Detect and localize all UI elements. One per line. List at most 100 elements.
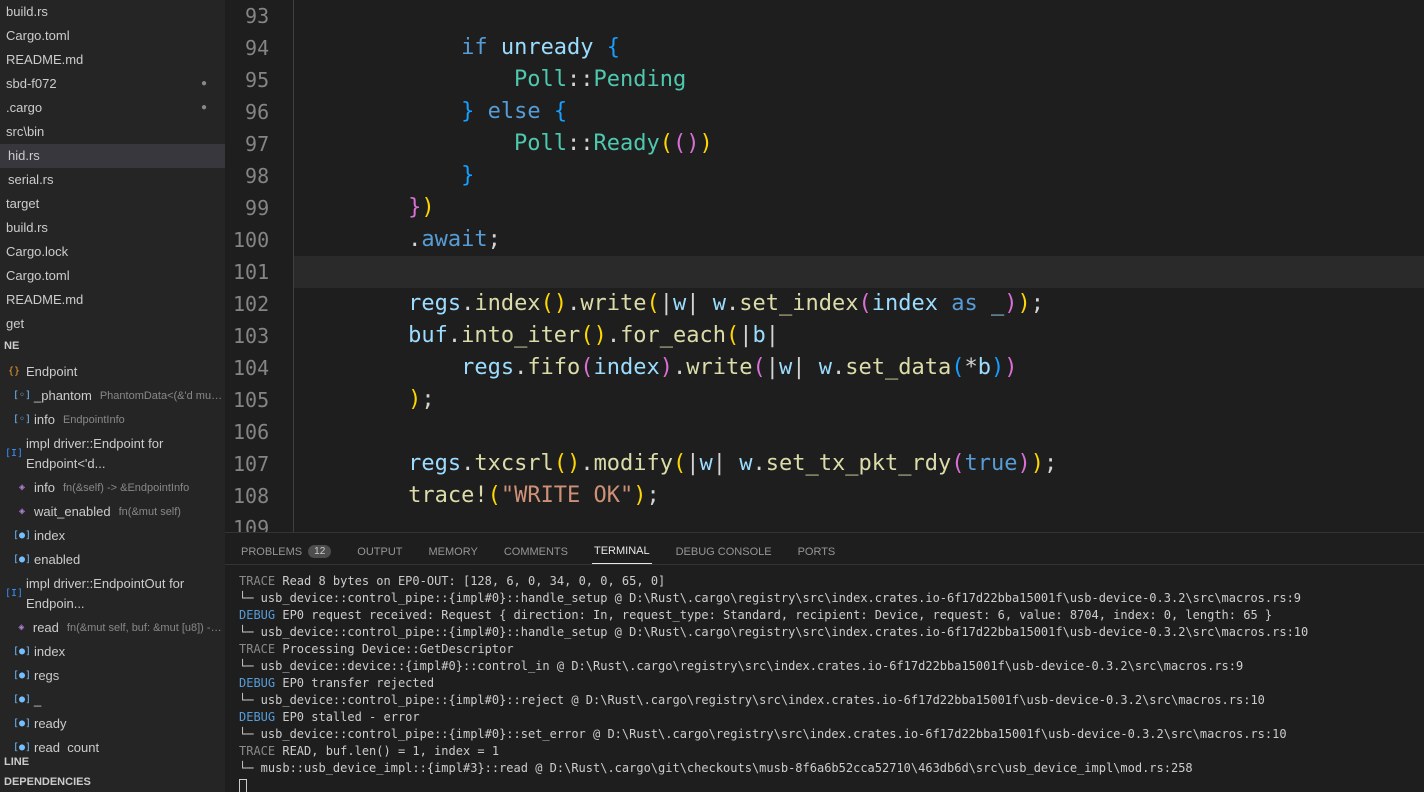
code-line[interactable]	[294, 512, 1424, 532]
outline-item[interactable]: ◈wait_enabledfn(&mut self)	[0, 500, 225, 524]
editor[interactable]: 9394959697989910010110210310410510610710…	[225, 0, 1424, 532]
outline-item[interactable]: [●]read_count	[0, 736, 225, 752]
code-token: {	[554, 99, 567, 124]
code-token: Poll	[514, 67, 567, 92]
deps-section-header[interactable]: DEPENDENCIES	[0, 772, 225, 792]
code-line[interactable]: regs.index().write(|w| w.set_index(index…	[294, 288, 1424, 320]
code-token: regs	[408, 451, 461, 476]
file-tree-item[interactable]: hid.rs	[0, 144, 225, 168]
code-line[interactable]: regs.txcsrl().modify(|w| w.set_tx_pkt_rd…	[294, 448, 1424, 480]
outline-item[interactable]: [●]index	[0, 640, 225, 664]
code-token: .	[726, 291, 739, 316]
terminal-output[interactable]: TRACE Read 8 bytes on EP0-OUT: [128, 6, …	[225, 565, 1424, 792]
code-line[interactable]: if unready {	[294, 32, 1424, 64]
file-tree-item[interactable]: Cargo.toml	[0, 264, 225, 288]
panel-tab-output[interactable]: OUTPUT	[355, 539, 404, 564]
code-area[interactable]: if unready { Poll::Pending } else { Poll…	[293, 0, 1424, 532]
outline-item[interactable]: [●]regs	[0, 664, 225, 688]
file-tree-item[interactable]: Cargo.lock	[0, 240, 225, 264]
code-line[interactable]: })	[294, 192, 1424, 224]
panel-tab-label: OUTPUT	[357, 546, 402, 558]
code-token: )	[421, 195, 434, 220]
panel-tab-problems[interactable]: PROBLEMS12	[239, 539, 333, 564]
outline-item[interactable]: [●]ready	[0, 712, 225, 736]
code-line[interactable]: );	[294, 384, 1424, 416]
outline-item[interactable]: ◈readfn(&mut self, buf: &mut [u8]) -> R.…	[0, 616, 225, 640]
terminal-cursor-line[interactable]	[239, 777, 1410, 792]
file-tree-item[interactable]: serial.rs	[0, 168, 225, 192]
panel-tab-comments[interactable]: COMMENTS	[502, 539, 570, 564]
outline-item[interactable]: ◈infofn(&self) -> &EndpointInfo	[0, 476, 225, 500]
file-label: Cargo.toml	[4, 266, 70, 286]
log-text: └─ usb_device::control_pipe::{impl#0}::h…	[239, 625, 1308, 639]
outline-label: _	[34, 690, 41, 710]
panel-tab-terminal[interactable]: TERMINAL	[592, 539, 652, 564]
code-token: into_iter	[461, 323, 580, 348]
outline-item[interactable]: [◦]infoEndpointInfo	[0, 408, 225, 432]
outline-item[interactable]: [●]index	[0, 524, 225, 548]
file-label: sbd-f072	[4, 74, 57, 94]
line-number: 100	[233, 224, 269, 256]
code-line[interactable]: } else {	[294, 96, 1424, 128]
code-token: }	[461, 163, 474, 188]
panel-tab-memory[interactable]: MEMORY	[427, 539, 480, 564]
terminal-line: DEBUG EP0 request received: Request { di…	[239, 607, 1410, 624]
outline-label: info	[34, 478, 55, 498]
file-tree-item[interactable]: build.rs	[0, 0, 225, 24]
code-token: )	[1004, 291, 1017, 316]
outline-item[interactable]: [I]impl driver::Endpoint for Endpoint<'d…	[0, 432, 225, 476]
code-line[interactable]: buf.into_iter().for_each(|b|	[294, 320, 1424, 352]
file-label: README.md	[4, 290, 83, 310]
outline-section-header[interactable]: NE	[0, 336, 225, 356]
code-token	[302, 227, 408, 252]
code-token	[302, 483, 408, 508]
code-line[interactable]	[294, 416, 1424, 448]
code-line[interactable]: regs.fifo(index).write(|w| w.set_data(*b…	[294, 352, 1424, 384]
code-token: w	[739, 451, 752, 476]
file-tree-item[interactable]: build.rs	[0, 216, 225, 240]
code-line[interactable]	[294, 0, 1424, 32]
code-line[interactable]	[294, 256, 1424, 288]
outline-item[interactable]: [●]_	[0, 688, 225, 712]
file-tree-item[interactable]: get	[0, 312, 225, 336]
code-line[interactable]: Poll::Pending	[294, 64, 1424, 96]
sidebar: build.rsCargo.tomlREADME.mdsbd-f072.carg…	[0, 0, 225, 792]
code-token: (	[673, 131, 686, 156]
file-tree-item[interactable]: target	[0, 192, 225, 216]
code-token	[302, 131, 514, 156]
line-section-header[interactable]: LINE	[0, 752, 225, 772]
file-tree-item[interactable]: README.md	[0, 288, 225, 312]
file-tree-item[interactable]: README.md	[0, 48, 225, 72]
outline-item[interactable]: [●]enabled	[0, 548, 225, 572]
file-tree-item[interactable]: src\bin	[0, 120, 225, 144]
code-token: ::	[567, 131, 594, 156]
outline-item[interactable]: [I]impl driver::EndpointOut for Endpoin.…	[0, 572, 225, 616]
code-token: write	[686, 355, 752, 380]
outline-hint: PhantomData<(&'d mut T, ...	[100, 386, 225, 406]
terminal-line: DEBUG EP0 stalled - error	[239, 709, 1410, 726]
code-token: (	[488, 483, 501, 508]
panel-tab-ports[interactable]: PORTS	[796, 539, 838, 564]
code-line[interactable]: }	[294, 160, 1424, 192]
log-text: └─ usb_device::control_pipe::{impl#0}::h…	[239, 591, 1301, 605]
outline-item[interactable]: {}Endpoint	[0, 360, 225, 384]
bottom-panel: PROBLEMS12 OUTPUT MEMORY COMMENTS TERMINAL DE…	[225, 532, 1424, 792]
code-line[interactable]: Poll::Ready(())	[294, 128, 1424, 160]
code-line[interactable]: .await;	[294, 224, 1424, 256]
file-tree-item[interactable]: sbd-f072	[0, 72, 225, 96]
code-token: {	[607, 35, 620, 60]
outline-section: {}Endpoint[◦]_phantomPhantomData<(&'d mu…	[0, 360, 225, 752]
outline-item[interactable]: [◦]_phantomPhantomData<(&'d mut T, ...	[0, 384, 225, 408]
outline-label: impl driver::Endpoint for Endpoint<'d...	[26, 434, 225, 474]
code-token: |	[766, 355, 779, 380]
code-line[interactable]: trace!("WRITE OK");	[294, 480, 1424, 512]
code-token: )	[408, 387, 421, 412]
code-token: b	[978, 355, 991, 380]
code-token: write	[580, 291, 646, 316]
file-tree-item[interactable]: Cargo.toml	[0, 24, 225, 48]
line-number: 94	[233, 32, 269, 64]
panel-tab-debug-console[interactable]: DEBUG CONSOLE	[674, 539, 774, 564]
line-number: 99	[233, 192, 269, 224]
log-text: READ, buf.len() = 1, index = 1	[282, 744, 499, 758]
file-tree-item[interactable]: .cargo	[0, 96, 225, 120]
